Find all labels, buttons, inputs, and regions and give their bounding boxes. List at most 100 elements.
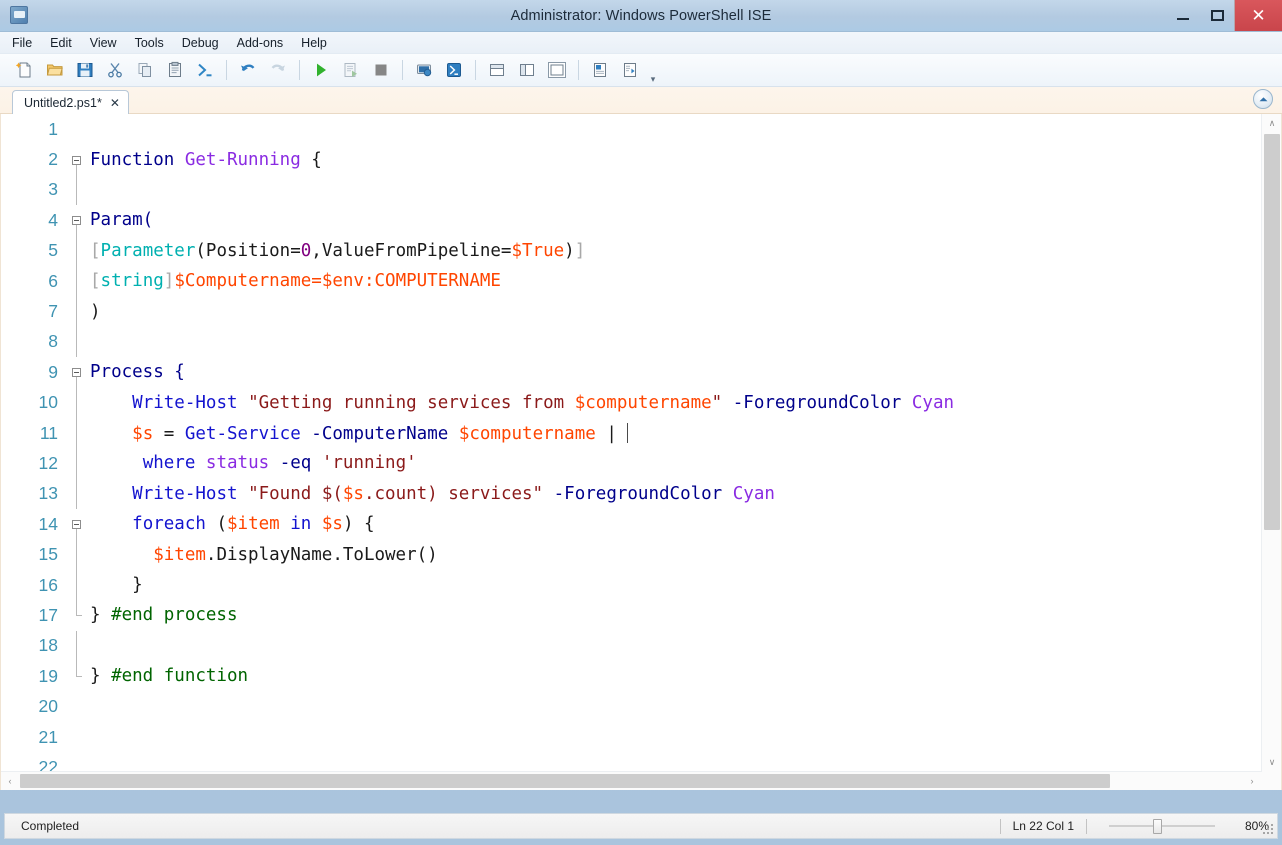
code-text[interactable]: $s = Get-Service -ComputerName $computer… bbox=[88, 418, 1261, 448]
code-text[interactable] bbox=[88, 631, 1261, 661]
code-token: "Getting running services from bbox=[248, 392, 575, 413]
fold-margin[interactable] bbox=[68, 265, 88, 297]
code-text[interactable]: [Parameter(Position=0,ValueFromPipeline=… bbox=[88, 236, 1261, 266]
code-text[interactable] bbox=[88, 114, 1261, 144]
toolbar-separator bbox=[299, 60, 300, 80]
fold-margin[interactable] bbox=[68, 296, 88, 327]
code-text[interactable] bbox=[88, 175, 1261, 205]
code-text[interactable]: [string]$Computername=$env:COMPUTERNAME bbox=[88, 266, 1261, 296]
fold-margin[interactable] bbox=[68, 691, 88, 721]
close-button[interactable]: ✕ bbox=[1234, 0, 1282, 31]
vertical-scrollbar[interactable]: ∧ ∨ bbox=[1261, 114, 1281, 772]
code-token: $s bbox=[321, 514, 343, 535]
code-text[interactable]: } bbox=[88, 570, 1261, 600]
code-token: string bbox=[100, 271, 164, 292]
new-remote-tab-icon[interactable] bbox=[409, 56, 439, 84]
clear-console-icon[interactable] bbox=[190, 56, 220, 84]
fold-collapse-icon[interactable] bbox=[72, 155, 81, 165]
fold-margin[interactable] bbox=[68, 144, 88, 175]
fold-margin[interactable] bbox=[68, 630, 88, 662]
fold-margin[interactable] bbox=[68, 114, 88, 144]
fold-margin[interactable] bbox=[68, 387, 88, 418]
start-powershell-icon[interactable] bbox=[439, 56, 469, 84]
fold-margin[interactable] bbox=[68, 174, 88, 206]
resize-grip[interactable] bbox=[1262, 823, 1274, 835]
scroll-left-icon[interactable]: ‹ bbox=[1, 772, 19, 790]
code-text[interactable] bbox=[88, 327, 1261, 357]
code-text[interactable]: foreach ($item in $s) { bbox=[88, 509, 1261, 539]
scroll-down-icon[interactable]: ∨ bbox=[1262, 753, 1281, 772]
menu-item-view[interactable]: View bbox=[90, 34, 126, 52]
maximize-button[interactable] bbox=[1200, 0, 1234, 31]
code-text[interactable]: Param( bbox=[88, 205, 1261, 235]
fold-margin[interactable] bbox=[68, 539, 88, 570]
menu-item-help[interactable]: Help bbox=[301, 34, 336, 52]
run-selection-icon[interactable] bbox=[336, 56, 366, 84]
horizontal-scroll-thumb[interactable] bbox=[20, 774, 1110, 788]
minimize-button[interactable] bbox=[1166, 0, 1200, 31]
scroll-up-icon[interactable]: ∧ bbox=[1262, 114, 1281, 133]
code-text[interactable] bbox=[88, 691, 1261, 721]
menu-item-add-ons[interactable]: Add-ons bbox=[237, 34, 293, 52]
fold-margin[interactable] bbox=[68, 478, 88, 510]
code-text[interactable]: $item.DisplayName.ToLower() bbox=[88, 539, 1261, 569]
redo-icon[interactable] bbox=[263, 56, 293, 84]
save-icon[interactable] bbox=[70, 56, 100, 84]
code-text[interactable]: where status -eq 'running' bbox=[88, 448, 1261, 478]
fold-margin[interactable] bbox=[68, 235, 88, 266]
code-text[interactable]: Write-Host "Getting running services fro… bbox=[88, 388, 1261, 418]
code-text[interactable] bbox=[88, 722, 1261, 752]
code-text[interactable]: } #end process bbox=[88, 600, 1261, 630]
zoom-slider-thumb[interactable] bbox=[1153, 819, 1162, 834]
show-commands-icon[interactable] bbox=[615, 56, 645, 84]
fold-margin[interactable] bbox=[68, 417, 88, 449]
fold-collapse-icon[interactable] bbox=[72, 216, 81, 226]
show-command-addon-icon[interactable] bbox=[585, 56, 615, 84]
code-text[interactable] bbox=[88, 752, 1261, 772]
vertical-scroll-thumb[interactable] bbox=[1264, 134, 1280, 530]
menu-item-debug[interactable]: Debug bbox=[182, 34, 228, 52]
fold-margin[interactable] bbox=[68, 357, 88, 388]
code-text[interactable]: Process { bbox=[88, 357, 1261, 387]
fold-margin[interactable] bbox=[68, 752, 88, 772]
open-script-icon[interactable] bbox=[40, 56, 70, 84]
fold-margin[interactable] bbox=[68, 205, 88, 236]
tab-untitled2-ps1[interactable]: Untitled2.ps1* ✕ bbox=[12, 90, 129, 114]
line-number: 21 bbox=[38, 726, 58, 747]
run-script-icon[interactable] bbox=[306, 56, 336, 84]
fold-margin[interactable] bbox=[68, 326, 88, 358]
code-editor[interactable]: 1 2 Function Get-Running {3 4 Param(5 [Parame… bbox=[1, 114, 1261, 772]
chevron-up-icon[interactable] bbox=[1253, 89, 1273, 109]
menu-item-tools[interactable]: Tools bbox=[135, 34, 173, 52]
fold-margin[interactable] bbox=[68, 661, 88, 691]
code-text[interactable]: } #end function bbox=[88, 661, 1261, 691]
scroll-right-icon[interactable]: › bbox=[1243, 772, 1261, 790]
horizontal-scrollbar[interactable]: ‹ › bbox=[1, 771, 1261, 790]
new-script-icon[interactable] bbox=[10, 56, 40, 84]
toolbar-overflow-button[interactable]: ▾ bbox=[645, 54, 661, 86]
code-text[interactable]: Write-Host "Found $($s.count) services" … bbox=[88, 479, 1261, 509]
code-text[interactable]: ) bbox=[88, 296, 1261, 326]
line-number: 8 bbox=[48, 331, 58, 352]
layout-maximized-icon[interactable] bbox=[542, 56, 572, 84]
cut-icon[interactable] bbox=[100, 56, 130, 84]
fold-margin[interactable] bbox=[68, 722, 88, 752]
menu-item-file[interactable]: File bbox=[12, 34, 41, 52]
fold-collapse-icon[interactable] bbox=[72, 368, 81, 378]
fold-margin[interactable] bbox=[68, 509, 88, 540]
stop-operation-icon[interactable] bbox=[366, 56, 396, 84]
fold-collapse-icon[interactable] bbox=[72, 520, 81, 530]
fold-margin[interactable] bbox=[68, 569, 88, 601]
fold-margin[interactable] bbox=[68, 448, 88, 479]
fold-margin[interactable] bbox=[68, 600, 88, 630]
layout-horizontal-icon[interactable] bbox=[482, 56, 512, 84]
layout-vertical-icon[interactable] bbox=[512, 56, 542, 84]
code-text[interactable]: Function Get-Running { bbox=[88, 144, 1261, 174]
paste-icon[interactable] bbox=[160, 56, 190, 84]
undo-icon[interactable] bbox=[233, 56, 263, 84]
copy-icon[interactable] bbox=[130, 56, 160, 84]
zoom-slider[interactable] bbox=[1109, 818, 1215, 834]
close-icon[interactable]: ✕ bbox=[110, 97, 120, 109]
menu-item-edit[interactable]: Edit bbox=[50, 34, 81, 52]
